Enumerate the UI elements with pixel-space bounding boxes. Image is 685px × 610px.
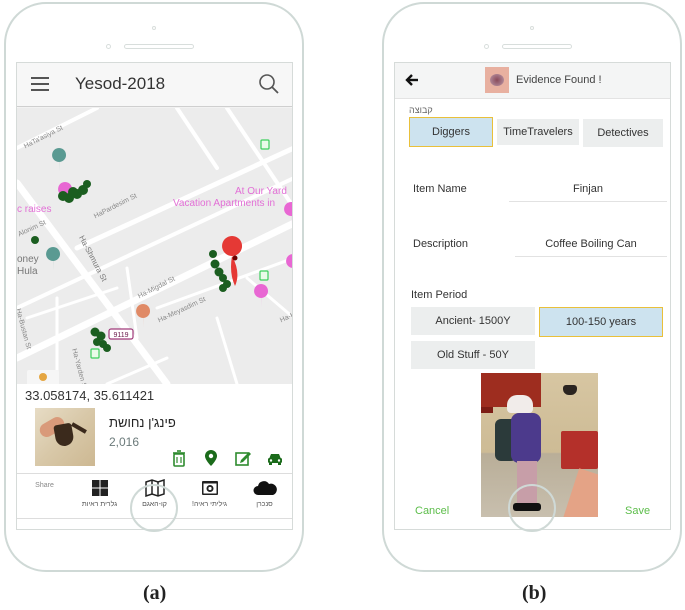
app-title: Yesod-2018 bbox=[75, 74, 166, 93]
coordinates-readout: 33.058174, 35.611421 bbox=[25, 388, 155, 403]
figure-caption-a: (a) bbox=[143, 582, 167, 604]
poi-label: c raises bbox=[17, 204, 52, 215]
evidence-marker bbox=[103, 344, 111, 352]
item-name: פינג'ן נחושת bbox=[109, 415, 176, 430]
evidence-marker bbox=[58, 191, 68, 201]
street-view-pegman-icon[interactable] bbox=[27, 370, 59, 384]
poi-label: Vacation Apartments in bbox=[173, 198, 276, 209]
earpiece-speaker bbox=[502, 44, 572, 49]
nav-evidence-gallery[interactable]: גלרית ראיות bbox=[73, 478, 127, 508]
period-option-ancient[interactable]: Ancient- 1500Y bbox=[411, 307, 535, 335]
bus-stop-icon bbox=[260, 139, 270, 150]
item-period-label: Item Period bbox=[411, 289, 468, 301]
restaurant-pin-icon bbox=[286, 254, 292, 268]
cloud-icon bbox=[253, 481, 277, 495]
share-label: Share bbox=[35, 482, 54, 489]
nav-label: גלרית ראיות bbox=[81, 501, 118, 508]
group-option-detectives[interactable]: Detectives bbox=[583, 119, 663, 147]
school-pin-icon bbox=[46, 247, 61, 271]
home-button[interactable] bbox=[508, 484, 556, 532]
group-option-timetravelers[interactable]: TimeTravelers bbox=[497, 119, 579, 145]
cancel-button[interactable]: Cancel bbox=[415, 505, 449, 517]
poi-label: At Our Yard bbox=[235, 186, 287, 197]
evidence-marker bbox=[209, 250, 217, 258]
poi-label: Hula bbox=[17, 266, 38, 277]
hamburger-menu-icon[interactable] bbox=[31, 77, 49, 91]
nav-found-evidence[interactable]: גיליתי ראיה! bbox=[183, 478, 237, 508]
car-icon[interactable] bbox=[266, 449, 284, 467]
item-name-label: Item Name bbox=[413, 183, 467, 195]
phone-frame-b: Evidence Found ! קבוצה Diggers TimeTrave… bbox=[382, 2, 682, 572]
phone-frame-a: Yesod-2018 9119 HaTa'asiya St HaPardesim… bbox=[4, 2, 304, 572]
front-sensor bbox=[152, 26, 156, 30]
location-pin-icon[interactable] bbox=[202, 449, 220, 467]
camera-icon bbox=[201, 481, 218, 495]
evidence-marker bbox=[219, 284, 227, 292]
grid-icon bbox=[91, 480, 108, 496]
trash-icon[interactable] bbox=[170, 449, 188, 467]
back-arrow-icon[interactable] bbox=[405, 73, 419, 87]
shop-pin-icon bbox=[52, 148, 67, 172]
figure-caption-b: (b) bbox=[522, 582, 547, 604]
item-actions bbox=[170, 449, 284, 467]
map-view[interactable]: 9119 HaTa'asiya St HaPardesim St Alonim … bbox=[17, 108, 292, 384]
app-header: Yesod-2018 bbox=[17, 63, 292, 107]
form-title: Evidence Found ! bbox=[516, 74, 602, 86]
search-icon[interactable] bbox=[258, 73, 280, 95]
description-input[interactable]: Coffee Boiling Can bbox=[515, 238, 667, 257]
home-button[interactable] bbox=[130, 484, 178, 532]
item-name-input[interactable]: Finjan bbox=[509, 183, 667, 202]
bus-stop-icon bbox=[90, 348, 100, 359]
period-option-100-150[interactable]: 100-150 years bbox=[539, 307, 663, 337]
edit-icon[interactable] bbox=[234, 449, 252, 467]
front-camera bbox=[106, 44, 111, 49]
item-thumbnail[interactable] bbox=[35, 408, 95, 466]
group-label: קבוצה bbox=[409, 105, 433, 115]
map-screen: Yesod-2018 9119 HaTa'asiya St HaPardesim… bbox=[16, 62, 293, 530]
app-logo bbox=[485, 67, 509, 93]
dentist-pin-icon bbox=[136, 304, 151, 328]
earpiece-speaker bbox=[124, 44, 194, 49]
nav-sync[interactable]: סנכרן bbox=[238, 478, 292, 508]
route-badge-label: 9119 bbox=[113, 332, 128, 339]
bus-stop-icon bbox=[259, 270, 269, 281]
map-roads: 9119 bbox=[17, 108, 292, 384]
save-button[interactable]: Save bbox=[625, 505, 650, 517]
front-camera bbox=[484, 44, 489, 49]
evidence-marker bbox=[210, 259, 220, 269]
evidence-marker bbox=[83, 180, 91, 188]
evidence-form-screen: Evidence Found ! קבוצה Diggers TimeTrave… bbox=[394, 62, 671, 530]
group-option-diggers[interactable]: Diggers bbox=[409, 117, 493, 147]
nav-label: גיליתי ראיה! bbox=[192, 501, 227, 508]
description-label: Description bbox=[413, 238, 469, 250]
evidence-marker bbox=[68, 187, 78, 197]
form-header: Evidence Found ! bbox=[395, 63, 670, 99]
nav-share[interactable]: Share bbox=[18, 478, 72, 489]
evidence-marker bbox=[31, 236, 39, 244]
period-option-old-stuff[interactable]: Old Stuff - 50Y bbox=[411, 341, 535, 369]
front-sensor bbox=[530, 26, 534, 30]
item-year: 2,016 bbox=[109, 435, 140, 449]
poi-label: oney bbox=[17, 254, 39, 265]
nav-label: סנכרן bbox=[256, 501, 273, 508]
